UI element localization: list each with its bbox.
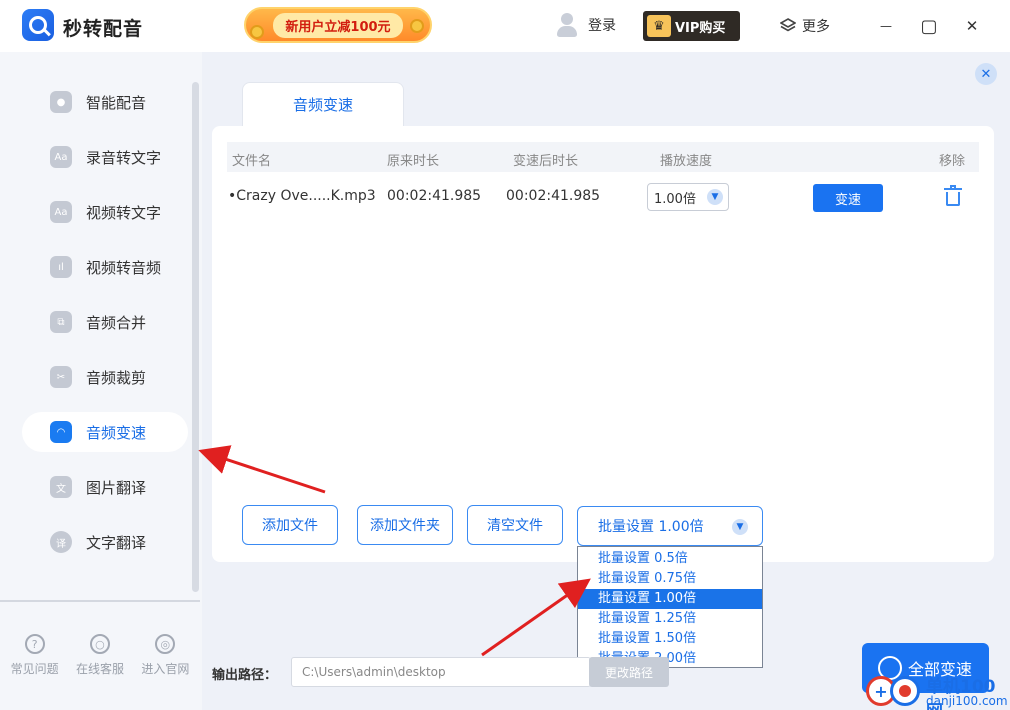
watermark: + 单机100网 danji100.com bbox=[866, 668, 1010, 710]
arrow-icon bbox=[198, 445, 326, 494]
watermark-logo-icon: + bbox=[866, 676, 920, 708]
arrow-icon bbox=[481, 578, 591, 657]
watermark-url: danji100.com bbox=[926, 694, 1008, 708]
annotation-arrows bbox=[198, 445, 591, 657]
